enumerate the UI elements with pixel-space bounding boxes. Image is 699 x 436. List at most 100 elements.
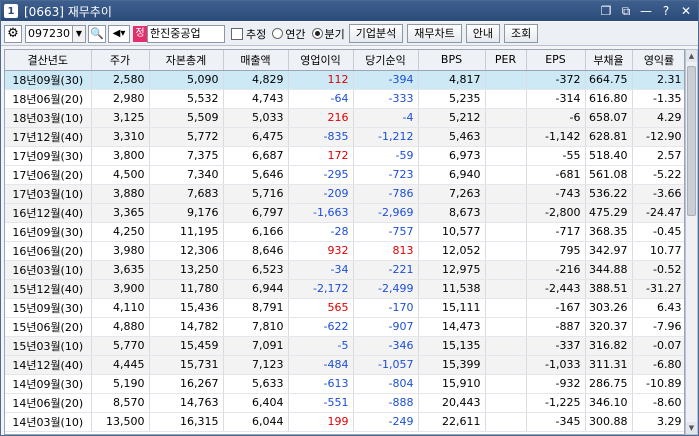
table-row[interactable]: 17년09월(30) 3,800 7,375 6,687 172 -59 6,973 -55 5… [5, 146, 684, 166]
column-header[interactable]: 결산년도 [5, 50, 92, 71]
cell-operating-profit: 216 [288, 108, 354, 128]
cell-price: 3,310 [91, 127, 150, 147]
table-row[interactable]: 18년09월(30) 2,580 5,090 4,829 112 -394 4,817 -37… [5, 70, 684, 90]
annual-label: 연간 [285, 27, 306, 41]
cell-sales: 7,810 [223, 317, 289, 337]
table-row[interactable]: 14년09월(30) 5,190 16,267 5,633 -613 -804 15,910… [5, 374, 684, 394]
cell-operating-profit: -5 [288, 336, 354, 356]
column-header[interactable]: 매출액 [223, 50, 289, 71]
window-controls: ❐ ⧉ — ? ✕ [598, 3, 694, 19]
speaker-icon[interactable]: ◀▾ [108, 24, 130, 43]
stock-code-input[interactable]: 097230 [25, 24, 73, 43]
cell-operating-profit: -34 [288, 260, 354, 280]
table-row[interactable]: 16년03월(10) 3,635 13,250 6,523 -34 -221 12,975 -… [5, 260, 684, 280]
help-icon[interactable]: ? [658, 3, 674, 19]
minimize-icon[interactable]: — [638, 3, 654, 19]
title-bar[interactable]: 1 [0663] 재무추이 ❐ ⧉ — ? ✕ [1, 1, 698, 21]
table-row[interactable]: 18년06월(20) 2,980 5,532 4,743 -64 -333 5,235 -31… [5, 89, 684, 109]
cell-operating-profit: -2,172 [288, 279, 354, 299]
radio-button-selected[interactable] [311, 28, 323, 39]
cell-debt-ratio: 664.75 [585, 70, 633, 90]
table-row[interactable]: 16년12월(40) 3,365 9,176 6,797 -1,663 -2,969 8,6… [5, 203, 684, 223]
cell-sales: 5,033 [223, 108, 289, 128]
restore-icon[interactable]: ❐ [598, 3, 614, 19]
annual-radio[interactable]: 연간 [272, 26, 306, 42]
cell-per [485, 184, 527, 204]
cell-eps: -6 [526, 108, 586, 128]
cell-op-margin: -5.22 [632, 165, 684, 185]
table-row[interactable]: 15년12월(40) 3,900 11,780 6,944 -2,172 -2,499 11… [5, 279, 684, 299]
cell-bps: 15,399 [418, 355, 486, 375]
cell-debt-ratio: 368.35 [585, 222, 633, 242]
column-header[interactable]: 영익률 [632, 50, 684, 71]
company-name-field[interactable]: 한진중공업 [147, 24, 225, 43]
cell-operating-profit: -28 [288, 222, 354, 242]
cell-equity: 7,683 [149, 184, 224, 204]
cell-period: 16년03월(10) [5, 260, 92, 280]
cell-debt-ratio: 342.97 [585, 241, 633, 261]
table-row[interactable]: 15년03월(10) 5,770 15,459 7,091 -5 -346 15,135 -3… [5, 336, 684, 356]
financial-chart-button[interactable]: 재무차트 [407, 24, 462, 43]
close-icon[interactable]: ✕ [678, 3, 694, 19]
cell-per [485, 336, 527, 356]
table-row[interactable]: 14년06월(20) 8,570 14,763 6,404 -551 -888 20,443… [5, 393, 684, 413]
cell-net-income: -333 [353, 89, 419, 109]
estimate-checkbox[interactable]: 추정 [231, 26, 266, 42]
quarter-radio[interactable]: 분기 [311, 26, 345, 42]
scroll-up-icon[interactable]: ▲ [686, 50, 697, 62]
cell-eps: -932 [526, 374, 586, 394]
table-row[interactable]: 15년09월(30) 4,110 15,436 8,791 565 -170 15,111 -… [5, 298, 684, 318]
search-icon[interactable]: 🔍 [88, 24, 106, 43]
table-row[interactable]: 17년12월(40) 3,310 5,772 6,475 -835 -1,212 5,463… [5, 127, 684, 147]
query-button[interactable]: 조회 [503, 24, 539, 43]
scroll-down-icon[interactable]: ▼ [686, 422, 697, 434]
cell-debt-ratio: 346.10 [585, 393, 633, 413]
cell-bps: 10,577 [418, 222, 486, 242]
radio-button[interactable] [272, 28, 284, 39]
checkbox-box[interactable] [231, 27, 243, 40]
table-row[interactable]: 18년03월(10) 3,125 5,509 5,033 216 -4 5,212 -6 658… [5, 108, 684, 128]
column-header[interactable]: 주가 [91, 50, 150, 71]
column-header[interactable]: PER [485, 50, 527, 71]
cell-net-income: -804 [353, 374, 419, 394]
cell-price: 4,110 [91, 298, 150, 318]
table-row[interactable]: 14년03월(10) 13,500 16,315 6,044 199 -249 22,611… [5, 412, 684, 432]
cell-op-margin: -12.90 [632, 127, 684, 147]
column-header[interactable]: 자본총계 [149, 50, 224, 71]
cell-equity: 5,509 [149, 108, 224, 128]
column-header[interactable]: BPS [418, 50, 486, 71]
table-row[interactable]: 15년06월(20) 4,880 14,782 7,810 -622 -907 14,473… [5, 317, 684, 337]
cell-sales: 6,404 [223, 393, 289, 413]
chevron-down-icon[interactable]: ▼ [73, 24, 86, 43]
copy-icon[interactable]: ⧉ [618, 3, 634, 19]
gear-icon[interactable]: ⚙ [4, 24, 22, 43]
toolbar: ⚙ 097230 ▼ 🔍 ◀▾ 정 한진중공업 추정 연간 분기 기업분석 재무… [1, 22, 698, 46]
column-header[interactable]: 부채율 [585, 50, 633, 71]
cell-debt-ratio: 628.81 [585, 127, 633, 147]
cell-period: 15년12월(40) [5, 279, 92, 299]
table-row[interactable]: 17년06월(20) 4,500 7,340 5,646 -295 -723 6,940 -6… [5, 165, 684, 185]
table-row[interactable]: 14년12월(40) 4,445 15,731 7,123 -484 -1,057 15,3… [5, 355, 684, 375]
quarter-label: 분기 [324, 27, 345, 41]
cell-period: 18년06월(20) [5, 89, 92, 109]
guide-button[interactable]: 안내 [465, 24, 500, 43]
cell-price: 4,445 [91, 355, 150, 375]
scroll-thumb[interactable] [687, 66, 696, 216]
company-analysis-button[interactable]: 기업분석 [348, 24, 404, 43]
cell-net-income: -907 [353, 317, 419, 337]
cell-net-income: 813 [353, 241, 419, 261]
vertical-scrollbar[interactable]: ▲ ▼ [685, 49, 698, 435]
column-header[interactable]: EPS [526, 50, 586, 71]
cell-price: 3,365 [91, 203, 150, 223]
table-row[interactable]: 17년03월(10) 3,880 7,683 5,716 -209 -786 7,263 -7… [5, 184, 684, 204]
cell-per [485, 279, 527, 299]
cell-op-margin: -24.47 [632, 203, 684, 223]
column-header[interactable]: 영업이익 [288, 50, 354, 71]
table-row[interactable]: 16년06월(20) 3,980 12,306 8,646 932 813 12,052 79… [5, 241, 684, 261]
cell-net-income: -4 [353, 108, 419, 128]
cell-operating-profit: -622 [288, 317, 354, 337]
column-header[interactable]: 당기순익 [353, 50, 419, 71]
cell-net-income: -249 [353, 412, 419, 432]
table-row[interactable]: 16년09월(30) 4,250 11,195 6,166 -28 -757 10,577 -… [5, 222, 684, 242]
estimate-label: 추정 [246, 27, 267, 41]
